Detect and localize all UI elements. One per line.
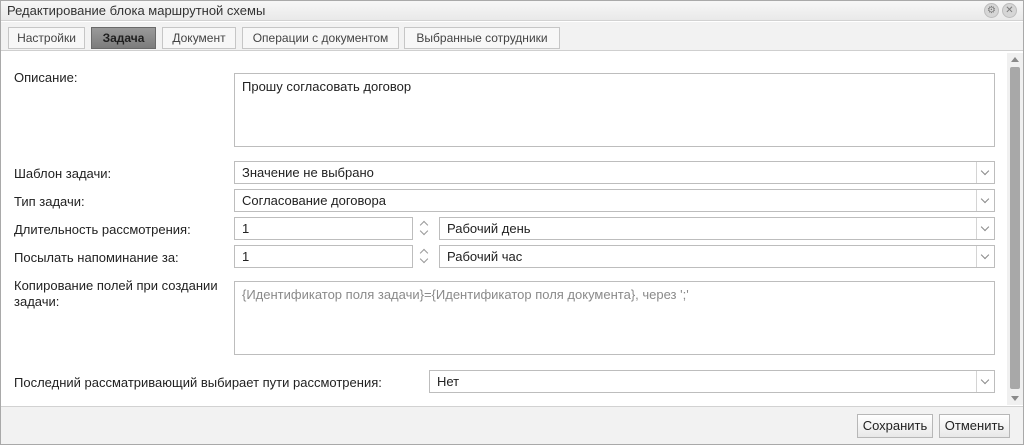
- task-type-select[interactable]: Согласование договора: [234, 189, 995, 212]
- dialog-window: Редактирование блока маршрутной схемы ⚙ …: [0, 0, 1024, 445]
- task-type-value: Согласование договора: [242, 193, 386, 208]
- chevron-down-icon[interactable]: [976, 190, 994, 211]
- dialog-footer: Сохранить Отменить: [1, 406, 1023, 444]
- description-value: Прошу согласовать договор: [242, 79, 412, 94]
- field-copy-textarea[interactable]: {Идентификатор поля задачи}={Идентификат…: [234, 281, 995, 355]
- scroll-up-icon[interactable]: [1011, 57, 1019, 62]
- review-duration-value: 1: [242, 221, 250, 236]
- chevron-down-icon[interactable]: [419, 256, 429, 266]
- reminder-input[interactable]: 1: [234, 245, 413, 268]
- chevron-down-icon[interactable]: [976, 371, 994, 392]
- chevron-down-icon[interactable]: [976, 246, 994, 267]
- window-title: Редактирование блока маршрутной схемы: [7, 3, 266, 18]
- description-label: Описание:: [14, 70, 78, 85]
- review-duration-input[interactable]: 1: [234, 217, 413, 240]
- chevron-down-icon[interactable]: [419, 228, 429, 238]
- review-duration-unit-value: Рабочий день: [447, 221, 531, 236]
- form-area: Описание: Прошу согласовать договор Шабл…: [1, 52, 1023, 406]
- scroll-down-icon[interactable]: [1011, 396, 1019, 401]
- reminder-stepper[interactable]: [417, 245, 431, 268]
- close-icon[interactable]: ✕: [1002, 3, 1017, 18]
- tab-document-operations[interactable]: Операции с документом: [242, 27, 399, 49]
- tab-task[interactable]: Задача: [91, 27, 156, 49]
- description-textarea[interactable]: Прошу согласовать договор: [234, 73, 995, 147]
- tab-settings[interactable]: Настройки: [8, 27, 85, 49]
- title-bar: Редактирование блока маршрутной схемы ⚙ …: [1, 1, 1023, 21]
- reminder-unit-select[interactable]: Рабочий час: [439, 245, 995, 268]
- save-button[interactable]: Сохранить: [857, 414, 933, 438]
- task-type-label: Тип задачи:: [14, 194, 85, 209]
- vertical-scrollbar[interactable]: [1007, 53, 1023, 405]
- task-template-select[interactable]: Значение не выбрано: [234, 161, 995, 184]
- task-template-label: Шаблон задачи:: [14, 166, 112, 181]
- chevron-down-icon[interactable]: [976, 162, 994, 183]
- last-reviewer-value: Нет: [437, 374, 460, 389]
- tab-document[interactable]: Документ: [162, 27, 236, 49]
- review-duration-unit-select[interactable]: Рабочий день: [439, 217, 995, 240]
- cancel-button[interactable]: Отменить: [939, 414, 1010, 438]
- field-copy-label: Копирование полей при создании задачи:: [14, 278, 218, 309]
- chevron-down-icon[interactable]: [976, 218, 994, 239]
- last-reviewer-label: Последний рассматривающий выбирает пути …: [14, 375, 382, 390]
- reminder-value: 1: [242, 249, 250, 264]
- review-duration-stepper[interactable]: [417, 217, 431, 240]
- review-duration-label: Длительность рассмотрения:: [14, 222, 191, 237]
- tab-bar: Настройки Задача Документ Операции с док…: [1, 22, 1023, 51]
- task-template-value: Значение не выбрано: [242, 165, 374, 180]
- scrollbar-thumb[interactable]: [1010, 67, 1020, 389]
- settings-icon[interactable]: ⚙: [984, 3, 999, 18]
- reminder-label: Посылать напоминание за:: [14, 250, 179, 265]
- tab-selected-employees[interactable]: Выбранные сотрудники: [404, 27, 560, 49]
- field-copy-placeholder: {Идентификатор поля задачи}={Идентификат…: [242, 287, 689, 302]
- last-reviewer-select[interactable]: Нет: [429, 370, 995, 393]
- reminder-unit-value: Рабочий час: [447, 249, 523, 264]
